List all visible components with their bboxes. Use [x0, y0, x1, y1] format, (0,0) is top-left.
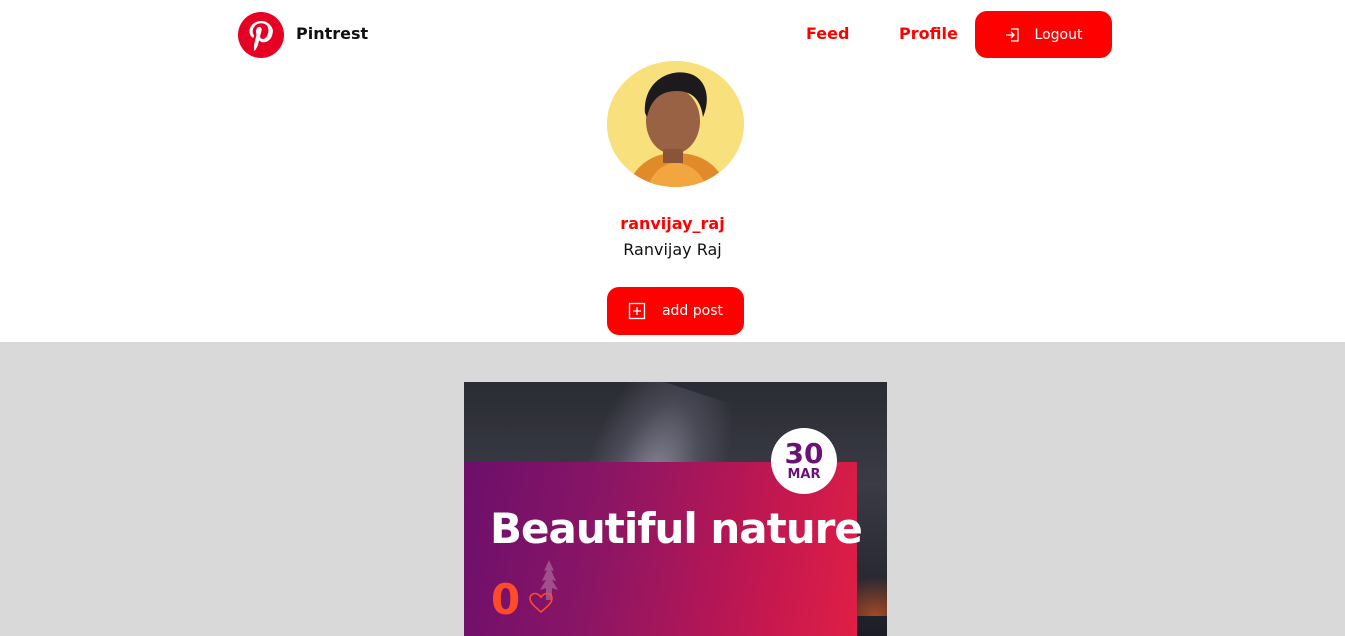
post-date-day: 30	[784, 437, 824, 470]
navbar: Pintrest Feed Profile Logout	[0, 0, 1345, 68]
avatar	[607, 61, 744, 187]
logout-label: Logout	[1034, 26, 1083, 43]
profile-full-name: Ranvijay Raj	[623, 240, 722, 259]
plus-square-icon	[628, 302, 646, 320]
pinterest-logo-icon[interactable]	[238, 12, 284, 58]
heart-icon[interactable]	[528, 590, 554, 616]
post-date-month: MAR	[787, 467, 821, 482]
post-title: Beautiful nature	[490, 504, 863, 553]
logout-button[interactable]: Logout	[975, 11, 1112, 58]
post-like-count: 0	[491, 575, 521, 624]
nav-feed-link[interactable]: Feed	[806, 24, 849, 43]
profile-username: ranvijay_raj	[620, 214, 725, 233]
brand-name: Pintrest	[296, 24, 369, 43]
profile-photo	[607, 61, 744, 187]
add-post-button[interactable]: add post	[607, 287, 744, 335]
add-post-label: add post	[661, 303, 724, 319]
nav-profile-link[interactable]: Profile	[899, 24, 958, 43]
logout-icon	[1005, 27, 1019, 42]
post-date-badge: 30 MAR	[771, 428, 837, 494]
